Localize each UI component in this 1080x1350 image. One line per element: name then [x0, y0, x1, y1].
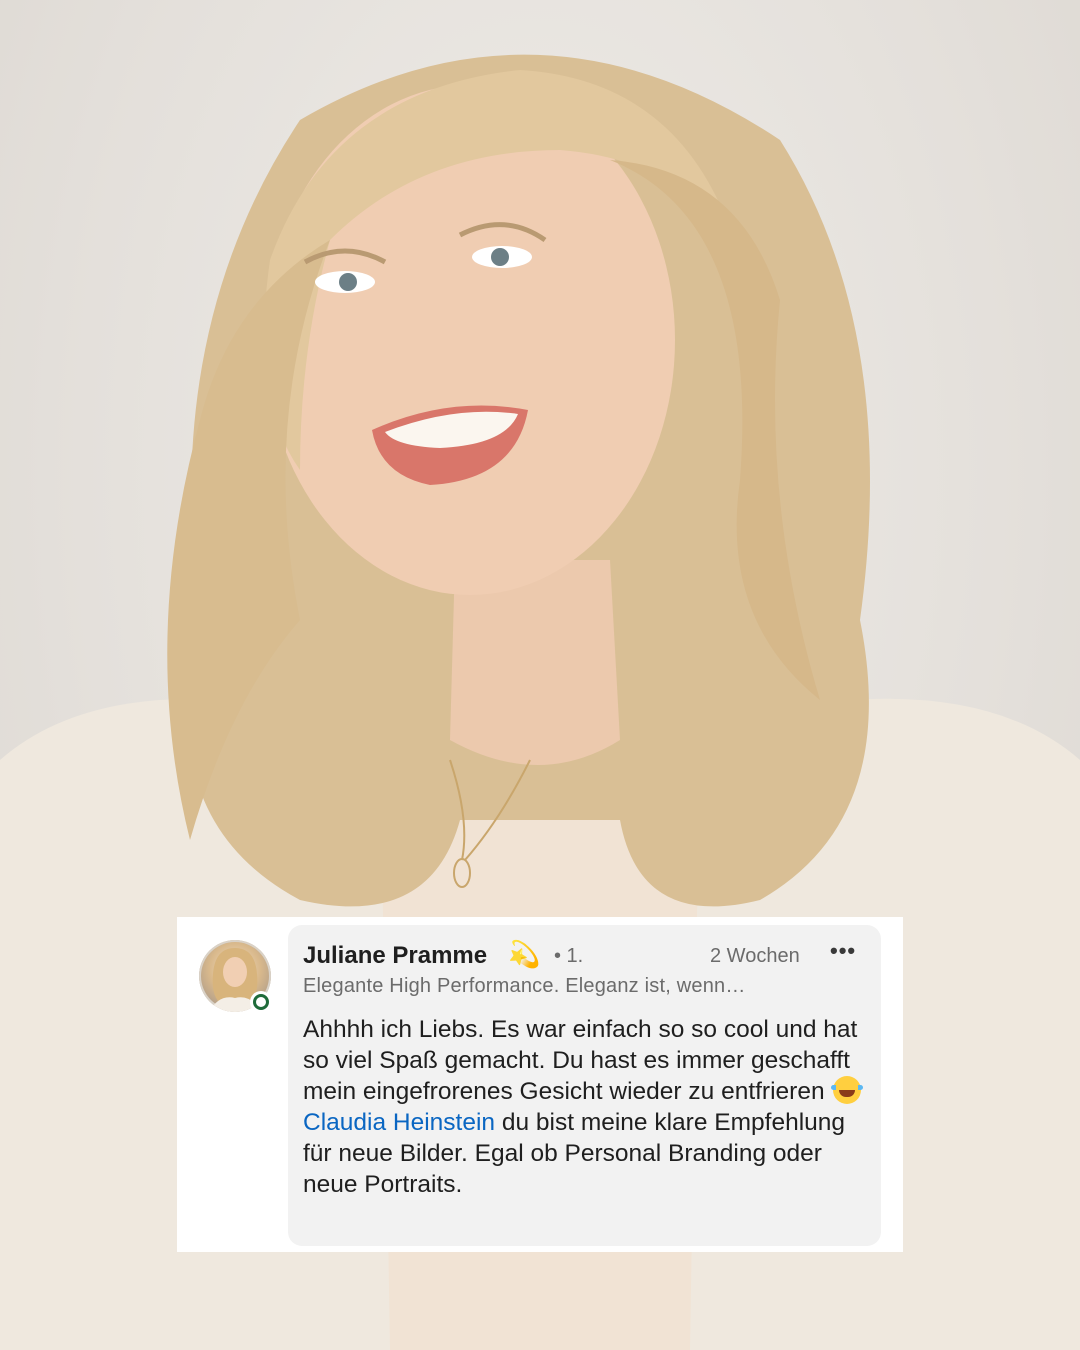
online-status-icon: [250, 991, 272, 1013]
mention-link[interactable]: Claudia Heinstein: [303, 1109, 495, 1136]
author-headline: Elegante High Performance. Eleganz ist, …: [303, 975, 746, 997]
connection-degree: • 1.: [554, 945, 584, 967]
comment-text: Ahhhh ich Liebs. Es war einfach so so co…: [303, 1014, 873, 1200]
author-name[interactable]: Juliane Pramme: [303, 942, 487, 970]
comment-timestamp: 2 Wochen: [710, 945, 800, 967]
dizzy-star-icon: 💫: [508, 940, 541, 970]
more-options-icon[interactable]: •••: [830, 938, 856, 964]
laughing-with-tears-icon: [831, 1076, 864, 1104]
comment-text-part1: Ahhhh ich Liebs. Es war einfach so so co…: [303, 1016, 858, 1105]
